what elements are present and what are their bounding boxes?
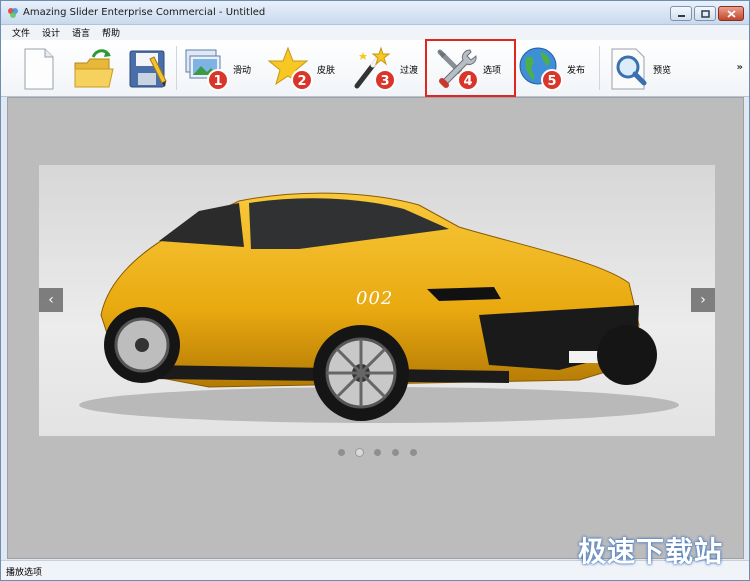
toolbar-separator: [176, 46, 177, 90]
transition-button[interactable]: 3 过渡: [351, 44, 418, 94]
menu-help[interactable]: 帮助: [102, 26, 120, 39]
status-text: 播放选项: [6, 568, 43, 578]
new-button[interactable]: [21, 44, 57, 94]
app-logo-icon: [8, 8, 18, 18]
publish-button[interactable]: 5 发布: [518, 44, 585, 94]
new-file-icon: [24, 48, 54, 90]
preview-label: 预览: [653, 65, 672, 76]
toolbar: 1 滑动 2 皮肤 3 过渡 4 选项 5 发布 预览 »: [1, 40, 749, 97]
site-watermark: 极速下载站: [578, 535, 724, 568]
slider-dot-active[interactable]: [355, 448, 364, 457]
slider-prev-arrow[interactable]: ‹: [39, 288, 63, 312]
slider-pagination: [8, 448, 743, 459]
magic-wand-icon: 3: [354, 46, 396, 91]
maximize-button[interactable]: [694, 6, 716, 21]
slider-dot[interactable]: [338, 449, 345, 456]
minimize-button[interactable]: [670, 6, 692, 21]
save-button[interactable]: [128, 44, 168, 94]
slider-dot[interactable]: [392, 449, 399, 456]
minimize-icon: [677, 15, 685, 17]
skin-button[interactable]: 2 皮肤: [268, 44, 335, 94]
globe-publish-icon: 5: [519, 47, 563, 91]
slide-caption: 002: [356, 288, 394, 309]
title-bar: Amazing Slider Enterprise Commercial - U…: [1, 1, 749, 25]
close-button[interactable]: [718, 6, 744, 21]
star-skin-icon: 2: [268, 46, 313, 91]
transition-label: 过渡: [400, 65, 419, 76]
slide-image: 002: [39, 165, 715, 436]
menu-bar: 文件 设计 语言 帮助: [1, 25, 749, 40]
chevron-left-icon: ‹: [48, 292, 54, 308]
slides-button[interactable]: 1 滑动: [184, 44, 251, 94]
open-folder-icon: [74, 49, 114, 88]
preview-button[interactable]: 预览: [610, 44, 671, 94]
step-badge: 5: [547, 74, 556, 89]
slides-icon: 1: [185, 49, 229, 91]
step-badge: 1: [213, 74, 222, 89]
menu-design[interactable]: 设计: [42, 26, 60, 39]
menu-language[interactable]: 语言: [72, 26, 90, 39]
slider-dot[interactable]: [410, 449, 417, 456]
window-title: Amazing Slider Enterprise Commercial - U…: [23, 7, 266, 18]
toolbar-overflow-chevron[interactable]: »: [737, 62, 743, 73]
slider-preview-area: 002 ‹ ›: [7, 97, 744, 559]
app-window: Amazing Slider Enterprise Commercial - U…: [0, 0, 750, 581]
slider-next-arrow[interactable]: ›: [691, 288, 715, 312]
slides-label: 滑动: [233, 65, 252, 76]
close-icon: [726, 9, 736, 18]
options-highlight-box: [425, 39, 516, 97]
toolbar-separator: [599, 46, 600, 90]
open-button[interactable]: [73, 44, 115, 94]
magnifier-preview-icon: [611, 48, 647, 90]
step-badge: 2: [297, 74, 306, 89]
step-badge: 3: [380, 74, 389, 89]
skin-label: 皮肤: [317, 65, 336, 76]
menu-file[interactable]: 文件: [12, 26, 30, 39]
chevron-right-icon: ›: [700, 292, 706, 308]
maximize-icon: [700, 9, 710, 18]
slider-dot[interactable]: [374, 449, 381, 456]
publish-label: 发布: [567, 65, 586, 76]
save-disk-icon: [129, 50, 167, 88]
